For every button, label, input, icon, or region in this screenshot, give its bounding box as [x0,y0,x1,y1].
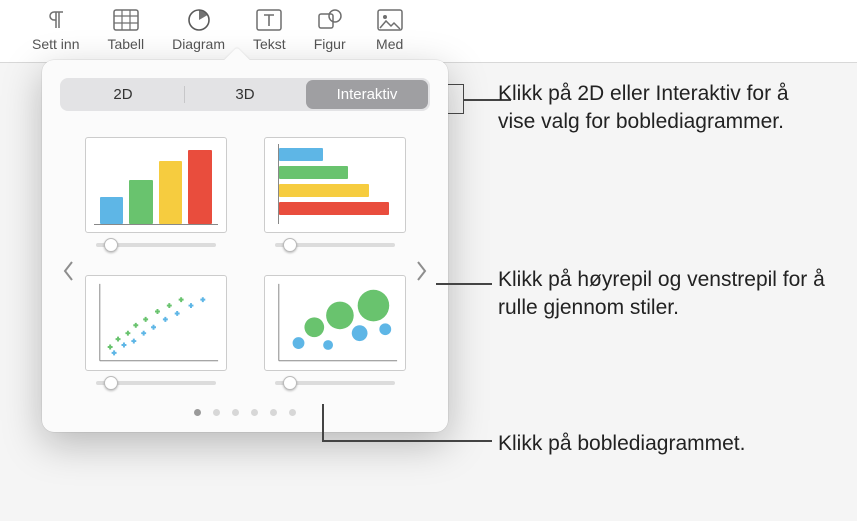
chart-option-column[interactable] [84,137,227,247]
toolbar-label: Figur [314,36,346,52]
bubble-chart-thumb [264,275,406,371]
toolbar-label: Diagram [172,36,225,52]
column-chart-thumb [85,137,227,233]
callout-bracket [448,84,464,114]
text-icon [253,6,285,34]
chart-grid [66,137,424,385]
toolbar-label: Med [376,36,403,52]
style-slider[interactable] [96,381,216,385]
page-dot[interactable] [270,409,277,416]
pie-chart-icon [183,6,215,34]
chart-option-scatter[interactable] [84,275,227,385]
toolbar-insert[interactable]: Sett inn [18,4,93,54]
page-dot[interactable] [213,409,220,416]
style-slider[interactable] [275,381,395,385]
toolbar-label: Tabell [107,36,144,52]
media-icon [374,6,406,34]
toolbar-media[interactable]: Med [360,4,420,54]
page-dot[interactable] [251,409,258,416]
chart-option-bubble[interactable] [263,275,406,385]
annotation-tabs: Klikk på 2D eller Interaktiv for å vise … [498,80,828,137]
toolbar-shape[interactable]: Figur [300,4,360,54]
slider-knob[interactable] [283,238,297,252]
chart-type-segmented: 2D 3D Interaktiv [60,78,430,111]
callout-line [436,283,492,285]
slider-knob[interactable] [104,376,118,390]
page-dot[interactable] [289,409,296,416]
toolbar-label: Tekst [253,36,286,52]
style-slider[interactable] [96,243,216,247]
annotation-arrows: Klikk på høyrepil og venstrepil for å ru… [498,266,828,323]
toolbar-table[interactable]: Tabell [93,4,158,54]
next-style-arrow[interactable] [412,253,432,289]
bar-chart-thumb [264,137,406,233]
toolbar-text[interactable]: Tekst [239,4,300,54]
tab-2d[interactable]: 2D [62,80,184,109]
toolbar-label: Sett inn [32,36,79,52]
toolbar-chart[interactable]: Diagram [158,4,239,54]
chart-grid-wrap [60,125,430,389]
chart-popover: 2D 3D Interaktiv [42,60,448,432]
tab-interactive[interactable]: Interaktiv [306,80,428,109]
chart-option-bar[interactable] [263,137,406,247]
prev-style-arrow[interactable] [58,253,78,289]
slider-knob[interactable] [104,238,118,252]
tab-3d[interactable]: 3D [184,80,306,109]
annotation-bubble: Klikk på boblediagrammet. [498,430,838,458]
shape-icon [314,6,346,34]
table-icon [110,6,142,34]
scatter-chart-thumb [85,275,227,371]
style-slider[interactable] [275,243,395,247]
paragraph-icon [40,6,72,34]
toolbar: Sett inn Tabell Diagram Tekst Figur Med [0,0,857,63]
page-dots [60,409,430,422]
page-dot[interactable] [232,409,239,416]
callout-line [322,404,324,441]
callout-line [322,440,492,442]
page-dot[interactable] [194,409,201,416]
slider-knob[interactable] [283,376,297,390]
